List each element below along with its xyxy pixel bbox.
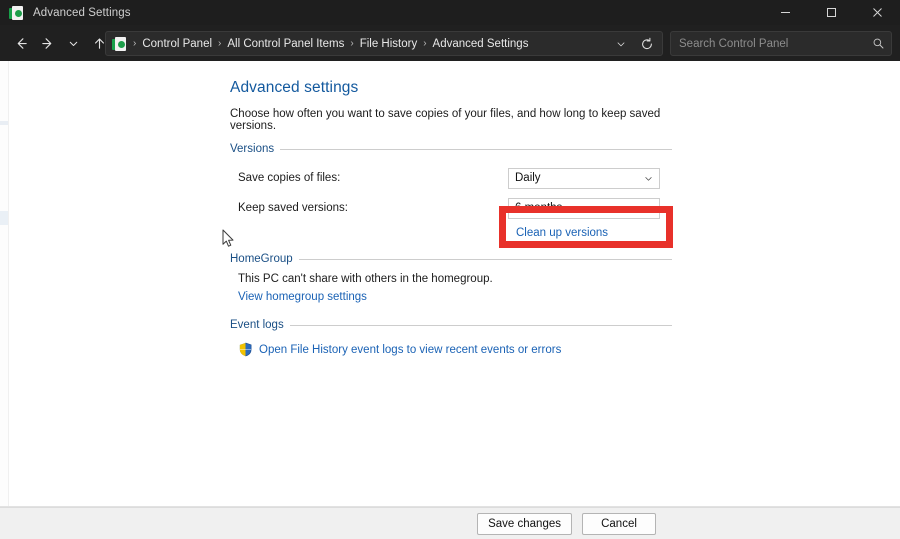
refresh-icon[interactable] [634, 33, 660, 55]
address-control-panel-icon [112, 36, 128, 52]
breadcrumb-separator: › [420, 38, 429, 49]
search-box[interactable] [670, 31, 892, 56]
section-homegroup-header: HomeGroup [230, 253, 672, 265]
field-label: Keep saved versions: [238, 202, 508, 214]
homegroup-status-text: This PC can't share with others in the h… [238, 273, 672, 285]
page-title: Advanced settings [230, 79, 672, 97]
keep-saved-versions-dropdown[interactable]: 6 months [508, 198, 660, 219]
search-input[interactable] [679, 38, 872, 50]
section-event-logs: Event logs Open File His [230, 319, 672, 357]
title-bar: Advanced Settings [0, 0, 900, 25]
open-event-logs-link[interactable]: Open File History event logs to view rec… [259, 344, 561, 356]
title-bar-left: Advanced Settings [0, 5, 131, 21]
breadcrumb-separator: › [215, 38, 224, 49]
section-versions: Versions Save copies of files: Daily [230, 143, 672, 239]
settings-content: Advanced settings Choose how often you w… [230, 79, 672, 359]
section-divider [280, 149, 672, 150]
dialog-footer: Save changes Cancel [0, 507, 900, 539]
clean-up-versions-link[interactable]: Clean up versions [516, 227, 608, 239]
save-copies-dropdown[interactable]: Daily [508, 168, 660, 189]
maximize-icon[interactable] [808, 0, 854, 25]
section-homegroup: HomeGroup This PC can't share with other… [230, 253, 672, 305]
breadcrumb: › Control Panel › All Control Panel Item… [130, 36, 608, 52]
save-changes-button[interactable]: Save changes [477, 513, 572, 535]
section-divider [299, 259, 672, 260]
breadcrumb-separator: › [130, 38, 139, 49]
save-copies-value: Daily [515, 172, 541, 184]
forward-icon[interactable] [34, 30, 60, 56]
section-heading: Versions [230, 143, 280, 155]
left-pane-edge [0, 61, 9, 507]
search-icon[interactable] [872, 37, 885, 50]
view-homegroup-settings-link[interactable]: View homegroup settings [238, 291, 367, 303]
breadcrumb-item-all-control-panel-items[interactable]: All Control Panel Items [224, 36, 347, 52]
address-bar[interactable]: › Control Panel › All Control Panel Item… [105, 31, 663, 56]
section-heading: Event logs [230, 319, 290, 331]
cleanup-versions-row: Clean up versions [238, 227, 672, 239]
advanced-settings-window: Advanced Settings [0, 0, 900, 539]
event-logs-row[interactable]: Open File History event logs to view rec… [238, 339, 672, 357]
control-panel-icon [9, 5, 25, 21]
page-subtitle: Choose how often you want to save copies… [230, 108, 672, 132]
section-event-logs-body: Open File History event logs to view rec… [230, 339, 672, 357]
minimize-icon[interactable] [762, 0, 808, 25]
address-history-chevron-down-icon[interactable] [608, 33, 634, 55]
chevron-down-icon [643, 169, 654, 188]
section-heading: HomeGroup [230, 253, 299, 265]
left-pane-artifact [0, 121, 8, 125]
close-icon[interactable] [854, 0, 900, 25]
section-versions-body: Save copies of files: Daily Keep saved v… [230, 163, 672, 239]
address-bar-actions [608, 33, 660, 55]
keep-saved-versions-value: 6 months [515, 202, 562, 214]
breadcrumb-item-advanced-settings[interactable]: Advanced Settings [430, 36, 532, 52]
section-event-logs-header: Event logs [230, 319, 672, 331]
field-label: Save copies of files: [238, 172, 508, 184]
left-pane-artifact [0, 211, 8, 225]
field-keep-saved-versions: Keep saved versions: 6 months [238, 193, 672, 223]
window-title: Advanced Settings [33, 7, 131, 19]
chevron-down-icon [643, 199, 654, 218]
recent-locations-chevron-down-icon[interactable] [60, 30, 86, 56]
uac-shield-icon [238, 342, 253, 357]
back-icon[interactable] [8, 30, 34, 56]
section-divider [290, 325, 672, 326]
breadcrumb-item-file-history[interactable]: File History [357, 36, 421, 52]
field-save-copies-of-files: Save copies of files: Daily [238, 163, 672, 193]
breadcrumb-separator: › [347, 38, 356, 49]
breadcrumb-item-control-panel[interactable]: Control Panel [139, 36, 215, 52]
cancel-button[interactable]: Cancel [582, 513, 656, 535]
window-controls [762, 0, 900, 25]
section-homegroup-body: This PC can't share with others in the h… [230, 273, 672, 305]
page-body: Advanced settings Choose how often you w… [0, 61, 900, 507]
section-versions-header: Versions [230, 143, 672, 155]
